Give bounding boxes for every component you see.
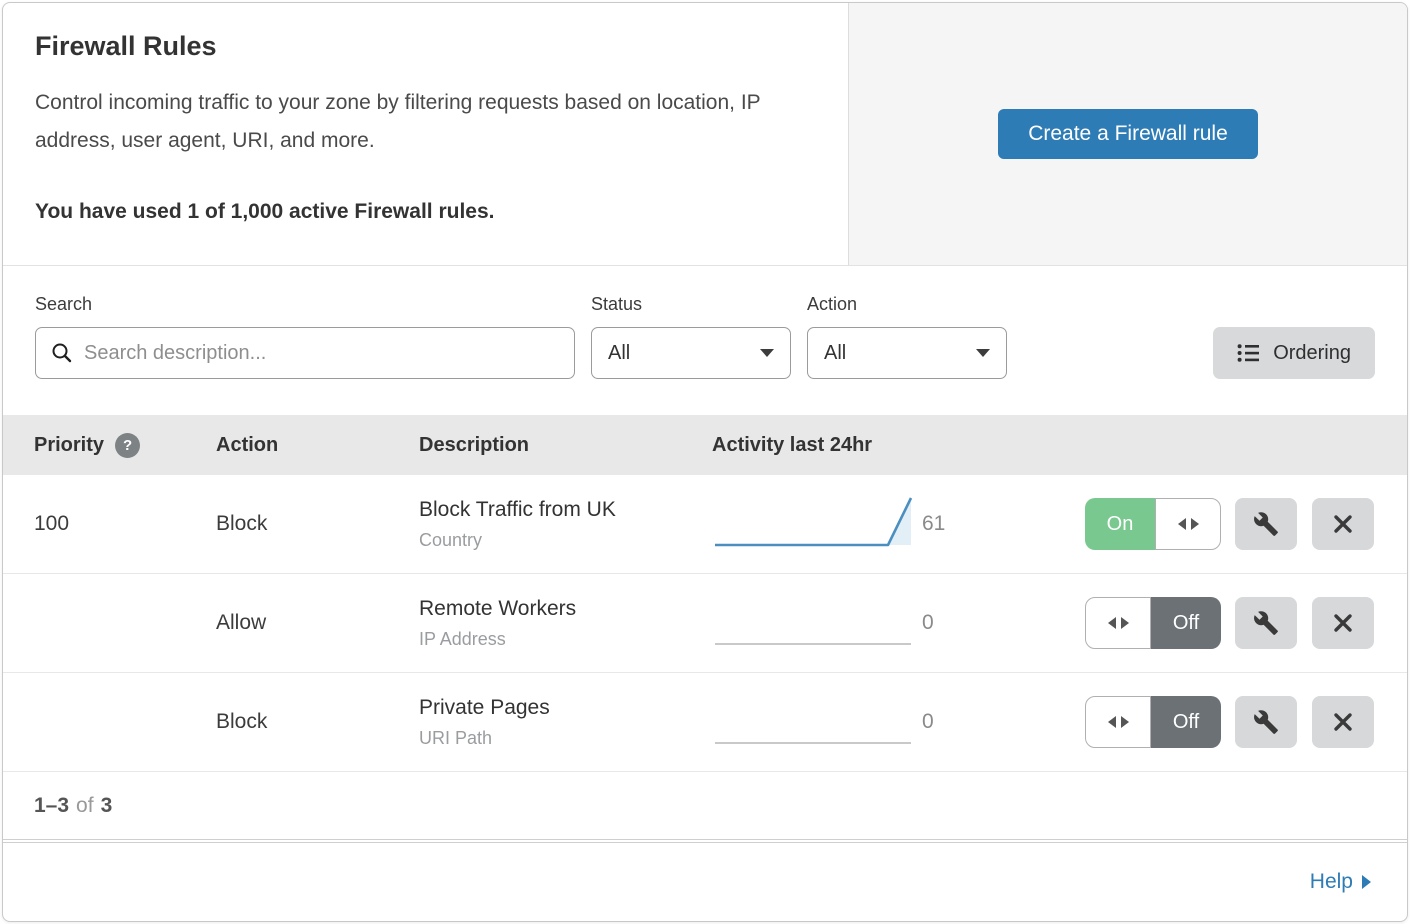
rule-description-cell: Private Pages URI Path: [419, 696, 712, 749]
help-link[interactable]: Help: [1310, 870, 1371, 894]
rule-action: Allow: [216, 611, 419, 635]
table-row: Allow Remote Workers IP Address 0 Off: [3, 574, 1407, 673]
table-row: Block Private Pages URI Path 0 Off: [3, 673, 1407, 772]
activity-sparkline: [712, 490, 922, 559]
help-icon[interactable]: ?: [115, 433, 140, 458]
rule-controls: Off: [1012, 597, 1374, 649]
rule-description-cell: Block Traffic from UK Country: [419, 498, 712, 551]
pagination-total: 3: [101, 794, 113, 818]
header-text-block: Firewall Rules Control incoming traffic …: [3, 3, 848, 265]
search-input[interactable]: [35, 327, 575, 379]
close-icon: [1331, 611, 1355, 635]
pagination: 1–3 of 3: [3, 772, 1407, 840]
wrench-icon: [1253, 709, 1279, 735]
ordered-list-icon: [1237, 342, 1260, 364]
edit-rule-button[interactable]: [1235, 597, 1297, 649]
create-firewall-rule-button[interactable]: Create a Firewall rule: [998, 109, 1258, 159]
toggle-knob[interactable]: [1085, 696, 1151, 748]
filter-bar: Search Status All Action All: [3, 266, 1407, 415]
status-select[interactable]: All: [591, 327, 791, 379]
arrow-right-icon: [1362, 875, 1371, 889]
pagination-of: of: [76, 794, 94, 818]
page-title: Firewall Rules: [35, 31, 816, 62]
triangle-right-icon: [1121, 617, 1129, 629]
rule-controls: On: [1012, 498, 1374, 550]
activity-sparkline: [712, 688, 922, 757]
action-label: Action: [807, 294, 1007, 315]
status-label: Status: [591, 294, 791, 315]
column-action: Action: [216, 434, 419, 457]
delete-rule-button[interactable]: [1312, 498, 1374, 550]
delete-rule-button[interactable]: [1312, 696, 1374, 748]
page-description: Control incoming traffic to your zone by…: [35, 84, 805, 160]
ordering-button[interactable]: Ordering: [1213, 327, 1375, 379]
rule-name: Remote Workers: [419, 597, 712, 621]
chevron-down-icon: [976, 349, 990, 357]
column-description: Description: [419, 434, 712, 457]
search-icon: [50, 341, 74, 365]
toggle-on-label: On: [1085, 498, 1155, 550]
header-side-panel: Create a Firewall rule: [848, 3, 1407, 265]
action-select[interactable]: All: [807, 327, 1007, 379]
activity-count: 0: [922, 710, 1012, 734]
activity-count: 0: [922, 611, 1012, 635]
toggle-knob[interactable]: [1155, 498, 1221, 550]
rule-action: Block: [216, 710, 419, 734]
rule-controls: Off: [1012, 696, 1374, 748]
rule-name: Block Traffic from UK: [419, 498, 712, 522]
column-activity: Activity last 24hr: [712, 434, 922, 457]
action-selected-value: All: [824, 342, 846, 365]
toggle-off-label: Off: [1151, 597, 1221, 649]
search-label: Search: [35, 294, 575, 315]
activity-sparkline: [712, 589, 922, 658]
enable-toggle-off[interactable]: Off: [1085, 696, 1221, 748]
table-header-row: Priority ? Action Description Activity l…: [3, 415, 1407, 475]
activity-count: 61: [922, 512, 1012, 536]
triangle-right-icon: [1121, 716, 1129, 728]
help-bar: Help: [3, 842, 1407, 921]
wrench-icon: [1253, 511, 1279, 537]
search-field: Search: [35, 294, 575, 379]
rule-type: IP Address: [419, 629, 712, 650]
triangle-left-icon: [1108, 617, 1116, 629]
rule-action: Block: [216, 512, 419, 536]
delete-rule-button[interactable]: [1312, 597, 1374, 649]
edit-rule-button[interactable]: [1235, 696, 1297, 748]
toggle-off-label: Off: [1151, 696, 1221, 748]
triangle-left-icon: [1178, 518, 1186, 530]
header-section: Firewall Rules Control incoming traffic …: [3, 3, 1407, 266]
triangle-left-icon: [1108, 716, 1116, 728]
enable-toggle-off[interactable]: Off: [1085, 597, 1221, 649]
chevron-down-icon: [760, 349, 774, 357]
priority-header-label: Priority: [34, 434, 104, 457]
close-icon: [1331, 710, 1355, 734]
pagination-range: 1–3: [34, 794, 69, 818]
help-link-label: Help: [1310, 870, 1353, 894]
wrench-icon: [1253, 610, 1279, 636]
table-row: 100 Block Block Traffic from UK Country …: [3, 475, 1407, 574]
column-priority: Priority ?: [34, 433, 216, 458]
rule-name: Private Pages: [419, 696, 712, 720]
rule-priority: 100: [34, 512, 216, 536]
rule-description-cell: Remote Workers IP Address: [419, 597, 712, 650]
search-input-wrap: [35, 327, 575, 379]
toggle-knob[interactable]: [1085, 597, 1151, 649]
enable-toggle-on[interactable]: On: [1085, 498, 1221, 550]
rule-type: Country: [419, 530, 712, 551]
ordering-button-label: Ordering: [1273, 342, 1351, 365]
status-field: Status All: [591, 294, 791, 379]
triangle-right-icon: [1191, 518, 1199, 530]
rule-type: URI Path: [419, 728, 712, 749]
edit-rule-button[interactable]: [1235, 498, 1297, 550]
action-field: Action All: [807, 294, 1007, 379]
status-selected-value: All: [608, 342, 630, 365]
usage-summary: You have used 1 of 1,000 active Firewall…: [35, 200, 816, 224]
firewall-rules-page: Firewall Rules Control incoming traffic …: [2, 2, 1408, 922]
close-icon: [1331, 512, 1355, 536]
